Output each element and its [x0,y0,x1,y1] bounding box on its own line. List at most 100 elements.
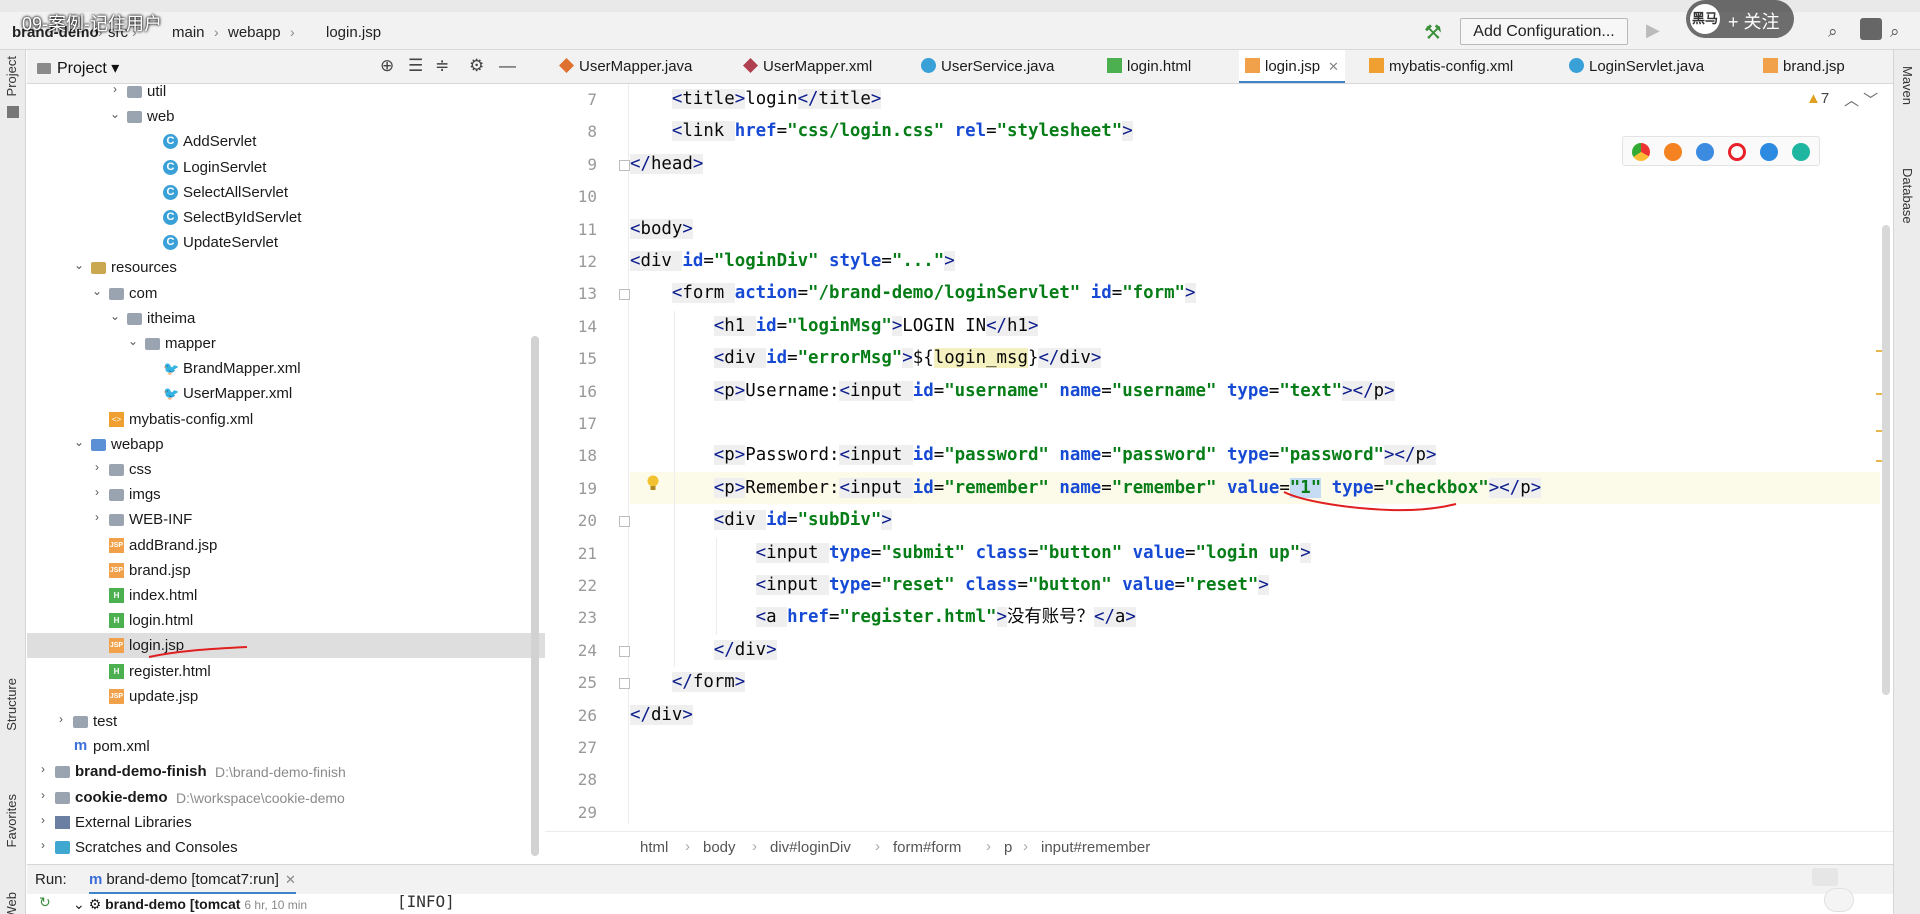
tree-item[interactable]: › util [27,84,545,104]
tree-item[interactable]: › External Libraries [27,810,545,835]
tree-item[interactable]: ⌄ webapp [27,432,545,457]
chevron-down-icon[interactable]: ⌄ [109,107,121,121]
tree-item[interactable]: JSP brand.jsp [27,558,545,583]
chevron-right-icon[interactable]: › [91,485,103,499]
tree-item[interactable]: C SelectByIdServlet [27,205,545,230]
chevron-right-icon[interactable]: › [37,788,49,802]
breadcrumb-item[interactable]: body [703,839,736,856]
chevron-right-icon[interactable]: › [91,460,103,474]
expand-all-icon[interactable]: ☰ [408,56,423,76]
code-line[interactable]: <title>login</title> [630,84,1880,115]
editor-tab[interactable]: UserService.java [915,50,1060,83]
chevron-right-icon[interactable]: › [91,510,103,524]
tree-item[interactable]: JSP addBrand.jsp [27,533,545,558]
run-tab[interactable]: m brand-demo [tomcat7:run] ✕ [89,865,296,895]
locate-icon[interactable]: ⊕ [380,56,394,76]
tree-item[interactable]: Hregister.html [27,659,545,684]
breadcrumb-item[interactable]: html [640,839,668,856]
project-panel-title[interactable]: Project ▾ [37,58,119,78]
chevron-right-icon[interactable]: › [37,838,49,852]
tree-item[interactable]: C LoginServlet [27,155,545,180]
tree-item[interactable]: 🐦 UserMapper.xml [27,381,545,406]
player-icon[interactable] [1812,868,1838,886]
tree-item[interactable]: › cookie-demo D:\workspace\cookie-demo [27,785,545,810]
lightbulb-icon[interactable] [646,475,660,493]
tree-item[interactable]: ⌄ itheima [27,306,545,331]
chevron-right-icon[interactable]: › [55,712,67,726]
opera-icon[interactable] [1728,143,1746,161]
tree-item[interactable]: C AddServlet [27,129,545,154]
code-line[interactable]: <p>Password:<input id="password" name="p… [630,439,1880,471]
tree-item[interactable]: <> mybatis-config.xml [27,407,545,432]
chevron-down-icon[interactable]: ⌄ [73,435,85,449]
editor-tab[interactable]: brand.jsp [1757,50,1851,83]
web-tool-label[interactable]: Web [4,892,19,914]
build-hammer-icon[interactable]: ⚒ [1424,20,1442,45]
window-icon[interactable] [1860,18,1882,40]
code-line[interactable]: </div> [630,699,1880,731]
database-tool-label[interactable]: Database [1900,168,1915,224]
code-line[interactable]: <p>Username:<input id="username" name="u… [630,375,1880,407]
navigate-problems[interactable]: ︿ ﹀ [1844,89,1878,110]
editor-tab[interactable]: LoginServlet.java [1563,50,1710,83]
editor-tab[interactable]: mybatis-config.xml [1363,50,1519,83]
fold-marker-icon[interactable] [619,289,630,301]
follow-button[interactable]: 黑马 + 关注 [1686,0,1794,38]
run-icon[interactable]: ▶ [1646,20,1660,41]
warnings-indicator[interactable]: ▲7 [1806,90,1829,107]
search-everywhere-icon[interactable]: ⌕ [1828,22,1838,42]
close-icon[interactable]: ✕ [285,872,296,887]
code-line[interactable] [630,180,1880,212]
tree-item[interactable]: Hlogin.html [27,608,545,633]
hide-icon[interactable]: — [499,56,516,76]
code-editor[interactable]: <title>login</title> <link href="css/log… [630,84,1880,824]
ie-icon[interactable] [1760,143,1778,161]
tree-item[interactable]: C SelectAllServlet [27,180,545,205]
settings-icon[interactable]: ⌕ [1890,22,1900,42]
tree-item[interactable]: 🐦 BrandMapper.xml [27,356,545,381]
chevron-down-icon[interactable]: ⌄ [73,258,85,272]
chevron-down-icon[interactable]: ⌄ [127,334,139,348]
edge-icon[interactable] [1792,143,1810,161]
project-tool-label[interactable]: Project [4,56,19,96]
tree-item[interactable]: Hindex.html [27,583,545,608]
code-line[interactable]: <a href="register.html">没有账号？</a> [630,601,1880,633]
nav-crumb-main[interactable]: main [172,24,205,41]
breadcrumb-item[interactable]: div#loginDiv [770,839,851,856]
tree-item[interactable]: m pom.xml [27,734,545,759]
tree-item[interactable]: JSP update.jsp [27,684,545,709]
code-line[interactable] [630,763,1880,795]
tree-item[interactable]: C UpdateServlet [27,230,545,255]
code-line[interactable]: <input type="submit" class="button" valu… [630,537,1880,569]
fold-marker-icon[interactable] [619,516,630,528]
tree-item[interactable]: › test [27,709,545,734]
code-line[interactable]: <input type="reset" class="button" value… [630,569,1880,601]
collapse-all-icon[interactable]: ≑ [435,56,449,76]
editor-scrollbar[interactable] [1882,225,1890,695]
breadcrumb-item[interactable]: p [1004,839,1012,856]
rerun-icon[interactable]: ↻ [39,894,51,911]
code-line[interactable]: </div> [630,634,1880,666]
chrome-icon[interactable] [1632,143,1650,161]
chevron-right-icon[interactable]: › [37,813,49,827]
tree-item[interactable]: › WEB-INF [27,507,545,532]
breadcrumb-item[interactable]: form#form [893,839,961,856]
code-line[interactable]: </form> [630,666,1880,698]
breadcrumb-item[interactable]: input#remember [1041,839,1150,856]
tree-item[interactable]: › Scratches and Consoles [27,835,545,860]
project-tool-icon[interactable] [7,106,19,118]
chevron-down-icon[interactable]: ⌄ [91,284,103,298]
chevron-right-icon[interactable]: › [37,762,49,776]
tree-item[interactable]: › imgs [27,482,545,507]
editor-tab[interactable]: UserMapper.java [553,50,698,83]
run-node[interactable]: ⌄ ⚙ brand-demo [tomcat 6 hr, 10 min [73,896,307,913]
chevron-down-icon[interactable]: ⌄ [109,309,121,323]
code-line[interactable]: <form action="/brand-demo/loginServlet" … [630,277,1880,309]
chevron-right-icon[interactable]: › [109,84,121,96]
close-icon[interactable]: ✕ [1328,59,1339,74]
fold-marker-icon[interactable] [619,159,630,171]
structure-tool-label[interactable]: Structure [4,678,19,731]
nav-crumb-file[interactable]: login.jsp [326,24,381,41]
play-overlay-icon[interactable] [1824,888,1854,912]
code-line[interactable]: <body> [630,213,1880,245]
